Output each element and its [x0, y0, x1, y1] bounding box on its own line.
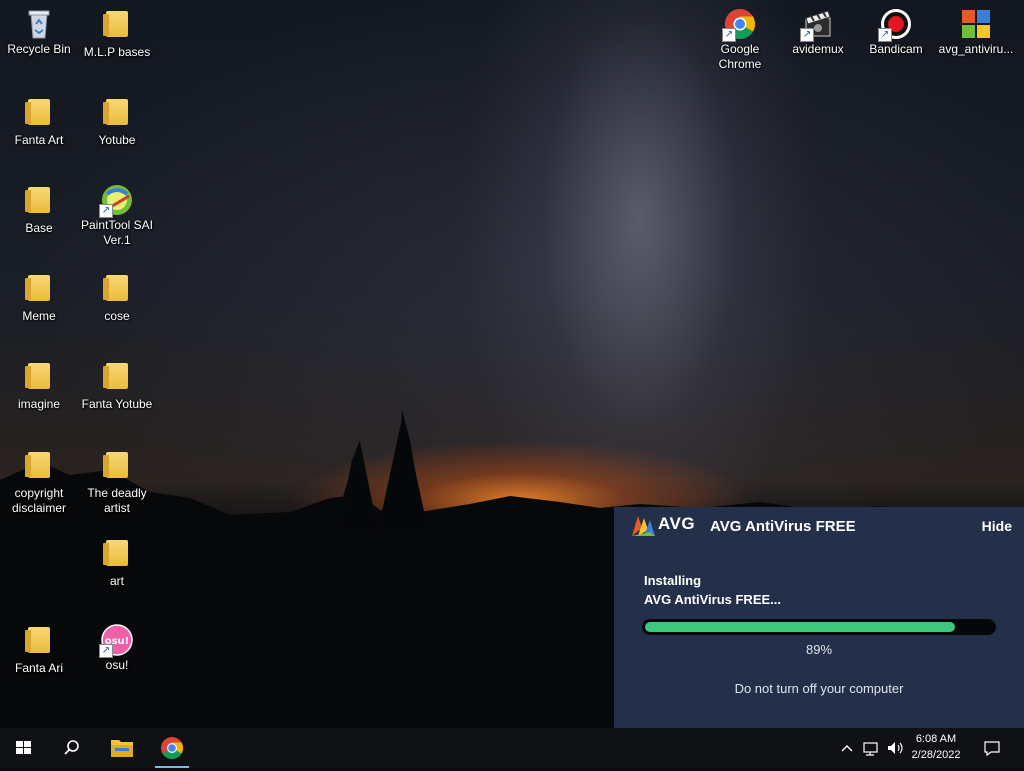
icon-label: avidemux: [792, 42, 844, 56]
folder-cose[interactable]: cose: [79, 272, 155, 324]
hide-button[interactable]: Hide: [982, 518, 1012, 534]
folder-fanta-art[interactable]: Fanta Art: [1, 96, 77, 148]
shortcut-arrow-icon: ↗: [99, 204, 113, 218]
shortcut-arrow-icon: ↗: [878, 28, 892, 42]
shortcut-arrow-icon: ↗: [800, 28, 814, 42]
folder-icon: [25, 363, 50, 389]
icon-label: imagine: [17, 397, 61, 411]
icon-label: Fanta Ari: [14, 661, 64, 675]
folder-base[interactable]: Base: [1, 184, 77, 236]
icon-label: osu!: [105, 658, 129, 672]
icon-label: Fanta Art: [14, 133, 64, 147]
bandicam-icon: ↗: [878, 8, 912, 42]
painttool-sai-icon: ↗: [99, 184, 133, 218]
chrome-icon: [161, 737, 183, 759]
progress-bar: [642, 619, 996, 635]
recycle-bin-icon: [23, 8, 55, 40]
clock-date: 2/28/2022: [911, 749, 961, 761]
icon-label: Recycle Bin: [7, 42, 71, 56]
taskbar-file-explorer[interactable]: [99, 728, 145, 768]
taskbar-clock[interactable]: 6:08 AM 2/28/2022: [904, 731, 968, 763]
folder-icon: [25, 187, 50, 213]
painttool-sai[interactable]: ↗ PaintTool SAI Ver.1: [79, 184, 155, 248]
start-button[interactable]: [0, 728, 46, 768]
icon-label: The deadly artist: [87, 486, 147, 515]
avg-install-popup: AVG AVG AntiVirus FREE Hide Installing A…: [614, 507, 1024, 728]
icon-label: art: [109, 574, 124, 588]
recycle-bin[interactable]: Recycle Bin: [1, 8, 77, 57]
icon-label: cose: [104, 309, 130, 323]
folder-icon: [103, 11, 128, 37]
icon-label: Fanta Yotube: [81, 397, 153, 411]
folder-yotube[interactable]: Yotube: [79, 96, 155, 148]
taskbar: 6:08 AM 2/28/2022: [0, 728, 1024, 768]
avidemux-shortcut[interactable]: ↗ avidemux: [780, 8, 856, 57]
folder-icon: [103, 99, 128, 125]
clock-time: 6:08 AM: [915, 733, 957, 745]
shortcut-arrow-icon: ↗: [722, 28, 736, 42]
bandicam-shortcut[interactable]: ↗ Bandicam: [858, 8, 934, 57]
windows-start-icon: [16, 741, 31, 754]
folder-icon: [103, 540, 128, 566]
folder-art[interactable]: art: [79, 537, 155, 589]
popup-header: AVG AVG AntiVirus FREE Hide: [614, 507, 1024, 547]
icon-label: avg_antiviru...: [938, 42, 1014, 56]
osu[interactable]: osu! ↗ osu!: [79, 624, 155, 673]
progress-percent: 89%: [805, 642, 833, 657]
network-icon[interactable]: [861, 738, 881, 758]
folder-icon: [103, 275, 128, 301]
icon-label: Base: [25, 221, 53, 235]
osu-icon: osu! ↗: [99, 624, 133, 658]
avg-antivirus-installer[interactable]: avg_antiviru...: [936, 8, 1016, 57]
avidemux-icon: ↗: [800, 8, 834, 42]
avg-logo-icon: [632, 516, 655, 536]
icon-label: Bandicam: [869, 42, 923, 56]
shortcut-arrow-icon: ↗: [99, 644, 113, 658]
google-chrome-shortcut[interactable]: ↗ Google Chrome: [702, 8, 778, 72]
install-status-line1: Installing: [644, 573, 702, 588]
folder-meme[interactable]: Meme: [1, 272, 77, 324]
folder-icon: [103, 452, 128, 478]
icon-label: Yotube: [98, 133, 136, 147]
folder-copyright-disclaimer[interactable]: copyright disclaimer: [1, 449, 77, 516]
search-button[interactable]: [48, 728, 94, 768]
folder-icon: [25, 627, 50, 653]
do-not-turn-off-notice: Do not turn off your computer: [734, 681, 904, 696]
avg-icon: [960, 8, 992, 40]
icon-label: Google Chrome: [718, 42, 762, 71]
search-icon: [64, 740, 79, 755]
icon-label: Meme: [22, 309, 56, 323]
folder-fanta-ari[interactable]: Fanta Ari: [1, 624, 77, 676]
popup-title: AVG AntiVirus FREE: [710, 518, 856, 535]
icon-label: PaintTool SAI Ver.1: [80, 218, 154, 247]
volume-icon[interactable]: [885, 738, 905, 758]
icon-label: copyright disclaimer: [11, 486, 66, 515]
folder-icon: [25, 99, 50, 125]
folder-the-deadly-artist[interactable]: The deadly artist: [79, 449, 155, 516]
action-center-icon[interactable]: [982, 738, 1002, 758]
progress-fill: [645, 622, 955, 632]
chevron-up-icon[interactable]: [837, 738, 857, 758]
folder-fanta-yotube[interactable]: Fanta Yotube: [79, 360, 155, 412]
chrome-icon: ↗: [722, 8, 756, 42]
avg-brand: AVG: [658, 514, 696, 533]
folder-icon: [25, 452, 50, 478]
folder-mlp-bases[interactable]: M.L.P bases: [79, 8, 155, 60]
folder-icon: [111, 740, 133, 757]
icon-label: M.L.P bases: [83, 45, 151, 59]
folder-imagine[interactable]: imagine: [1, 360, 77, 412]
install-status-line2: AVG AntiVirus FREE...: [644, 592, 782, 607]
folder-icon: [103, 363, 128, 389]
folder-icon: [25, 275, 50, 301]
taskbar-google-chrome[interactable]: [149, 728, 195, 768]
